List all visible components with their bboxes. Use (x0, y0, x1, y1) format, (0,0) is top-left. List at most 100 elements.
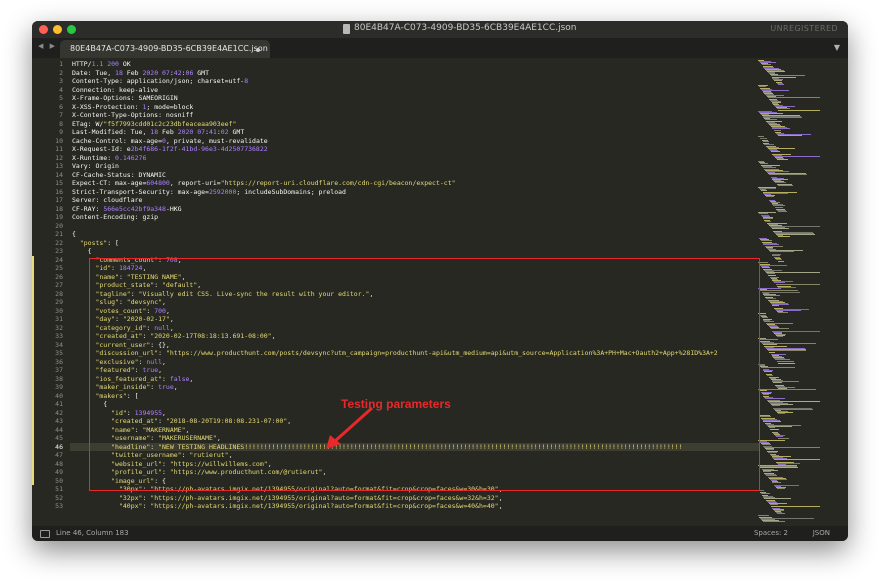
code-line[interactable]: Date: Tue, 18 Feb 2020 07:42:06 GMT (72, 69, 209, 78)
line-number: 4 (59, 85, 63, 94)
minimap-row (773, 205, 785, 207)
code-token: CF-Cache-Status: DYNAMIC (72, 170, 166, 179)
code-token: GMT (228, 128, 245, 136)
code-line[interactable]: CF-RAY: 566e5cc42bf9a348-HKG (72, 205, 182, 214)
tab-menu-chevron-icon[interactable]: ▼ (834, 43, 840, 52)
code-token: , (498, 502, 503, 510)
modified-line-marker (32, 442, 34, 451)
modified-line-marker (32, 366, 34, 375)
code-token: Date: Tue, (72, 68, 116, 77)
minimap-row (777, 413, 786, 415)
code-line[interactable]: X-Frame-Options: SAMEORIGIN (72, 94, 178, 103)
minimap-row (776, 159, 788, 160)
modified-line-marker (32, 264, 34, 273)
syntax-mode[interactable]: JSON (813, 529, 830, 537)
line-number: 12 (55, 153, 63, 162)
code-line[interactable]: { (72, 230, 76, 239)
code-token: "posts" (79, 238, 108, 247)
indentation-setting[interactable]: Spaces: 2 (754, 529, 788, 537)
minimap-row (758, 390, 768, 391)
cursor-position: Line 46, Column 183 (56, 529, 129, 537)
code-line[interactable]: X-XSS-Protection: 1; mode=block (72, 103, 193, 112)
code-token: Feb (158, 128, 178, 136)
code-line[interactable]: Strict-Transport-Security: max-age=25920… (72, 188, 346, 197)
line-number: 32 (55, 323, 63, 332)
testing-parameters-highlight-box (89, 258, 760, 491)
code-line[interactable]: X-Content-Type-Options: nosniff (72, 111, 193, 120)
panel-toggle-icon[interactable] (40, 530, 50, 538)
code-line[interactable]: "32px": "https://ph-avatars.imgix.net/13… (72, 494, 503, 503)
code-token: , report-uri= (169, 179, 221, 187)
code-line[interactable]: "posts": [ (72, 239, 119, 248)
tab-navigation-arrows-icon[interactable]: ◀ ▶ (38, 42, 57, 50)
line-number: 28 (55, 289, 63, 298)
modified-line-marker (32, 332, 34, 341)
line-number: 39 (55, 383, 63, 391)
line-number: 38 (55, 374, 63, 383)
minimap[interactable] (758, 58, 848, 526)
code-line[interactable]: HTTP/1.1 200 OK (72, 60, 131, 69)
tab-json-file[interactable]: 80E4B47A-C073-4909-BD35-6CB39E4AE1CC.jso… (60, 40, 270, 58)
line-number: 23 (55, 247, 63, 255)
unsaved-dot-icon[interactable] (256, 48, 260, 52)
code-token: "https://ph-avatars.imgix.net/1394955/or… (150, 502, 499, 510)
minimap-row (774, 79, 782, 81)
code-token: 2b4f686-1f2f-41bd-96e3-4d2507736822 (130, 145, 268, 153)
minimap-row (777, 261, 785, 263)
zoom-window-button[interactable] (67, 25, 76, 34)
minimap-row (763, 243, 779, 245)
line-number: 35 (55, 349, 63, 357)
minimap-row (765, 397, 785, 399)
code-line[interactable]: Connection: keep-alive (72, 86, 158, 95)
minimap-row (777, 109, 820, 111)
code-line[interactable]: Server: cloudflare (72, 196, 142, 205)
code-line[interactable]: Cache-Control: max-age=0, private, must-… (72, 137, 268, 146)
code-line[interactable]: X-Request-Id: e2b4f686-1f2f-41bd-96e3-4d… (72, 145, 268, 154)
code-line[interactable]: { (72, 247, 92, 256)
minimap-row (776, 436, 783, 438)
code-line[interactable]: CF-Cache-Status: DYNAMIC (72, 171, 166, 180)
minimap-row (774, 282, 785, 284)
minimap-row (762, 166, 776, 168)
code-line[interactable]: ETag: W/"f5f7993cdd01c2c23dbfeaceaa903ee… (72, 120, 236, 129)
code-line[interactable]: X-Runtime: 0.146276 (72, 154, 146, 163)
line-number: 29 (55, 298, 63, 306)
code-token: Server: cloudflare (72, 196, 143, 204)
minimap-row (772, 254, 781, 256)
line-number: 19 (55, 213, 63, 221)
code-line[interactable]: Content-Type: application/json; charset=… (72, 77, 248, 86)
modified-line-marker (32, 357, 34, 366)
code-token: CF-RAY: (72, 204, 104, 213)
code-token: 18 (150, 128, 159, 136)
code-token: Vary: Origin (72, 162, 119, 170)
modified-line-marker (32, 298, 34, 307)
line-number: 36 (55, 357, 63, 366)
line-number: 14 (55, 170, 63, 179)
code-line[interactable]: Last-Modified: Tue, 18 Feb 2020 07:41:02… (72, 128, 244, 137)
status-bar: Line 46, Column 183 Spaces: 2 JSON (32, 526, 848, 541)
code-line[interactable]: "40px": "https://ph-avatars.imgix.net/13… (72, 502, 503, 511)
line-number: 26 (55, 272, 63, 281)
close-window-button[interactable] (39, 25, 48, 34)
unregistered-label: UNREGISTERED (770, 24, 838, 33)
modified-line-marker (32, 417, 34, 426)
modified-line-marker (32, 468, 34, 477)
code-token: 0.146276 (115, 153, 147, 162)
minimap-row (763, 420, 781, 422)
code-line[interactable]: Vary: Origin (72, 162, 119, 171)
minimap-row (762, 343, 777, 345)
minimap-row (775, 359, 790, 361)
code-token: 8 (244, 77, 249, 85)
minimize-window-button[interactable] (53, 25, 62, 34)
code-line[interactable]: Expect-CT: max-age=604800, report-uri="h… (72, 179, 456, 188)
minimap-row (775, 182, 786, 184)
minimap-row (770, 151, 780, 153)
minimap-row (761, 443, 771, 445)
minimap-row (760, 366, 795, 368)
minimap-row (768, 351, 775, 353)
code-line[interactable]: Content-Encoding: gzip (72, 213, 158, 222)
line-number: 31 (55, 315, 63, 323)
minimap-row (764, 497, 792, 499)
code-token: 604800 (146, 179, 170, 187)
line-number: 48 (55, 459, 63, 468)
